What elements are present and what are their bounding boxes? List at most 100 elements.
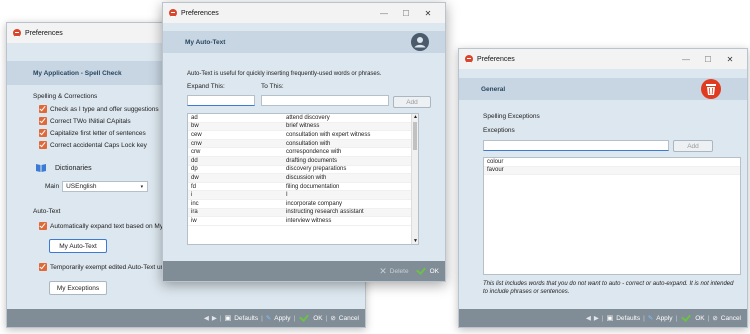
expansion-cell: consultation with: [286, 140, 331, 147]
table-row[interactable]: inc incorporate company: [188, 200, 418, 209]
list-item[interactable]: favour: [484, 166, 740, 176]
section-label: Spelling Exceptions: [483, 113, 540, 120]
maximize-icon[interactable]: ☐: [697, 55, 719, 64]
title-bar: Preferences — ☐ ✕: [459, 49, 747, 69]
checkbox-checked-icon[interactable]: [39, 222, 47, 230]
table-row[interactable]: crw correspondence with: [188, 148, 418, 157]
table-row[interactable]: iw interview witness: [188, 217, 418, 226]
select-value: USEnglish: [66, 183, 97, 190]
apply-icon: ✎: [647, 315, 654, 322]
option-auto-expand[interactable]: Automatically expand text based on My Au: [39, 222, 173, 230]
autotext-list[interactable]: ad attend discovery bw brief witness cew cons…: [187, 113, 419, 245]
expand-this-input[interactable]: [187, 95, 255, 106]
field-label: To This:: [261, 83, 284, 90]
trash-icon: [701, 79, 721, 99]
separator: |: [675, 314, 678, 322]
list-item-text: colour: [487, 158, 504, 165]
cancel-icon: ⊘: [712, 315, 718, 322]
exceptions-label: Exceptions: [483, 127, 515, 134]
table-row[interactable]: ira instructing research assistant: [188, 208, 418, 218]
cancel-button[interactable]: Cancel: [339, 315, 359, 322]
defaults-icon: ▣: [224, 315, 232, 322]
abbreviation-cell: cnw: [191, 140, 202, 147]
title-bar: Preferences — ☐ ✕: [163, 3, 445, 23]
defaults-button[interactable]: Defaults: [234, 315, 258, 322]
expansion-cell: I: [286, 192, 288, 199]
app-icon: [169, 9, 177, 17]
exception-input[interactable]: [483, 140, 669, 151]
ok-button[interactable]: OK: [695, 315, 704, 322]
table-row[interactable]: dw discussion with: [188, 174, 418, 183]
footer-bar: ◀ ▶ | ▣ Defaults | ✎ Apply | OK | ⊘ Canc…: [7, 309, 365, 327]
arrow-right-icon[interactable]: ▶: [212, 314, 217, 322]
my-exceptions-button[interactable]: My Exceptions: [49, 281, 107, 295]
checkbox-checked-icon[interactable]: [39, 141, 47, 149]
arrow-right-icon[interactable]: ▶: [594, 314, 599, 322]
to-this-label: To This:: [261, 83, 284, 90]
app-icon: [465, 55, 473, 63]
page-title: My Auto-Text: [185, 38, 226, 46]
table-row[interactable]: cew consultation with expert witness: [188, 131, 418, 140]
table-row[interactable]: ad attend discovery: [188, 114, 418, 123]
main-dictionary-select[interactable]: USEnglish ▾: [62, 181, 149, 192]
main-dictionary-row: Main USEnglish ▾: [45, 181, 149, 192]
abbreviation-cell: i: [191, 192, 193, 199]
autotext-description: Auto-Text is useful for quickly insertin…: [187, 71, 382, 77]
to-this-input[interactable]: [261, 95, 389, 106]
table-row[interactable]: bw brief witness: [188, 122, 418, 132]
table-row[interactable]: cnw consultation with: [188, 139, 418, 149]
option-check-as-type[interactable]: Check as I type and offer suggestions: [39, 105, 159, 113]
apply-button[interactable]: Apply: [656, 315, 672, 322]
checkbox-checked-icon[interactable]: [39, 105, 47, 113]
list-item[interactable]: colour: [484, 158, 740, 167]
abbreviation-cell: ira: [191, 209, 198, 216]
expansion-cell: incorporate company: [286, 200, 343, 207]
option-temp-exempt[interactable]: Temporarily exempt edited Auto-Text unti…: [39, 263, 169, 271]
section-title-spelling: Spelling & Corrections: [33, 93, 97, 100]
table-row[interactable]: dd drafting documents: [188, 156, 418, 166]
abbreviation-cell: ad: [191, 114, 198, 121]
add-autotext-button[interactable]: Add: [393, 96, 431, 108]
abbreviation-cell: crw: [191, 149, 201, 156]
close-icon[interactable]: ✕: [417, 9, 439, 18]
ok-check-icon: [681, 312, 692, 322]
maximize-icon[interactable]: ☐: [395, 9, 417, 18]
defaults-button[interactable]: Defaults: [616, 315, 640, 322]
table-row[interactable]: dp discovery preparations: [188, 166, 418, 175]
autotext-rows: ad attend discovery bw brief witness cew cons…: [188, 114, 418, 226]
checkbox-checked-icon[interactable]: [39, 263, 47, 271]
delete-button[interactable]: Delete: [390, 268, 409, 275]
ok-button[interactable]: OK: [430, 268, 439, 275]
arrow-left-icon[interactable]: ◀: [204, 314, 209, 322]
delete-icon: ✕: [379, 265, 387, 276]
separator: |: [601, 314, 604, 322]
ok-check-icon: [299, 312, 310, 322]
section-title-autotext: Auto-Text: [33, 208, 60, 215]
checkbox-checked-icon[interactable]: [39, 117, 47, 125]
exceptions-list[interactable]: colour favour: [483, 157, 741, 275]
minimize-icon[interactable]: —: [675, 55, 697, 64]
ok-button[interactable]: OK: [313, 315, 322, 322]
option-capitalize-first-letter[interactable]: Capitalize first letter of sentences: [39, 129, 146, 137]
scroll-up-icon[interactable]: ▲: [413, 114, 418, 120]
scroll-down-icon[interactable]: ▼: [413, 238, 418, 244]
scrollbar-thumb[interactable]: [413, 122, 417, 150]
expansion-cell: correspondence with: [286, 149, 342, 156]
minimize-icon[interactable]: —: [373, 9, 395, 18]
table-row[interactable]: fd filing documentation: [188, 183, 418, 192]
checkbox-checked-icon[interactable]: [39, 129, 47, 137]
defaults-icon: ▣: [606, 315, 614, 322]
scrollbar[interactable]: ▲ ▼: [411, 114, 418, 244]
table-row[interactable]: iI: [188, 191, 418, 200]
my-autotext-button[interactable]: My Auto-Text: [49, 239, 107, 253]
close-icon[interactable]: ✕: [719, 55, 741, 64]
add-exception-button[interactable]: Add: [673, 140, 713, 152]
arrow-left-icon[interactable]: ◀: [586, 314, 591, 322]
dictionaries-heading: Dictionaries: [35, 163, 92, 173]
option-caps-lock[interactable]: Correct accidental Caps Lock key: [39, 141, 147, 149]
option-correct-two-initial-caps[interactable]: Correct TWo INitial CApitals: [39, 117, 131, 125]
section-label: Spelling & Corrections: [33, 93, 98, 100]
cancel-button[interactable]: Cancel: [721, 315, 741, 322]
abbreviation-cell: iw: [191, 217, 197, 224]
apply-button[interactable]: Apply: [274, 315, 290, 322]
